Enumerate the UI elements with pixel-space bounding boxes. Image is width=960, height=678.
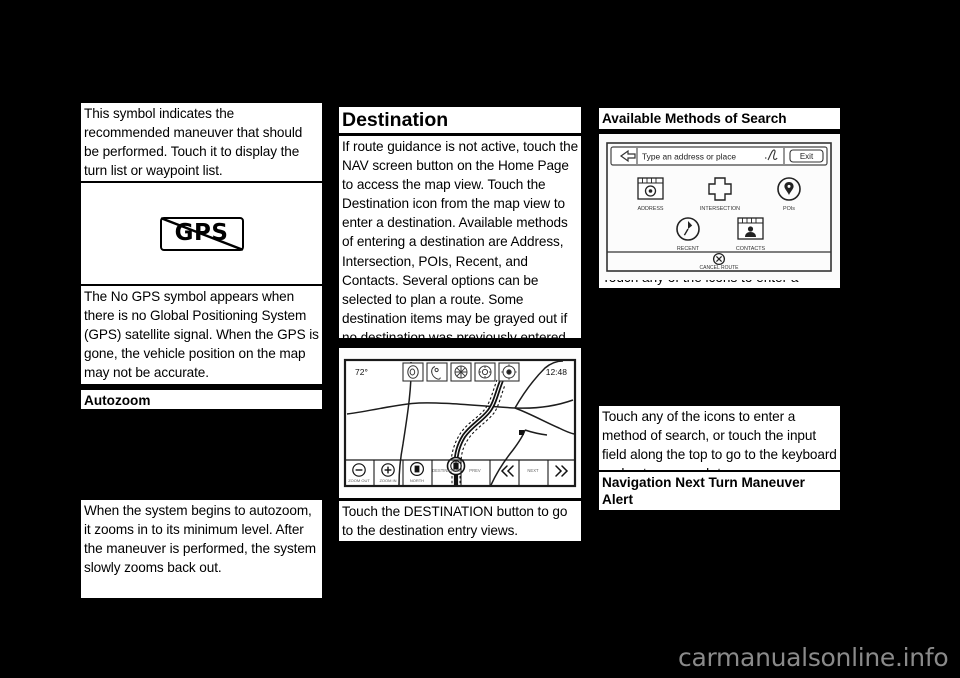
nav-clock: 12:48 [546,367,568,377]
svg-text:PREV: PREV [469,468,481,473]
cancel-route-label: CANCEL ROUTE [700,265,740,271]
heading-available-methods-of-search: Available Methods of Search [599,108,840,129]
paragraph-maneuver-symbol: This symbol indicates the recommended ma… [81,103,322,181]
exit-label: Exit [800,152,814,161]
gps-box: GPS [159,216,244,251]
no-gps-symbol-figure: GPS [81,183,322,284]
site-watermark: carmanualsonline.info [678,643,949,672]
search-methods-screenshot: Type an address or place Exit ADDRESS IN… [599,134,840,280]
search-methods-canvas: Type an address or place Exit ADDRESS IN… [599,134,840,280]
intersection-label: INTERSECTION [700,206,740,212]
address-label: ADDRESS [637,206,663,212]
svg-text:ZOOM OUT: ZOOM OUT [348,478,370,483]
svg-text:NEXT: NEXT [527,468,539,473]
heading-autozoom: Autozoom [81,388,322,409]
nav-temperature: 72° [355,367,368,377]
heading-destination: Destination [339,107,581,135]
contacts-label: CONTACTS [736,246,766,252]
paragraph-destination: If route guidance is not active, touch t… [339,136,581,364]
caption-destination-button: Touch the DESTINATION button to go to th… [339,501,581,541]
paragraph-no-gps: The No GPS symbol appears when there is … [81,286,322,384]
svg-text:DESTINATION: DESTINATION [432,468,460,473]
nav-map-drawing: 72° 12:48 ZOOM OUT ZOOM IN NORTH DESTINA… [343,358,577,488]
address-icon [637,177,664,200]
contacts-icon [737,217,764,240]
no-gps-symbol: GPS [159,216,244,251]
nav-map-screenshot: 72° 12:48 ZOOM OUT ZOOM IN NORTH DESTINA… [339,348,581,498]
heading-navigation-next-turn-maneuver-alert: Navigation Next Turn Maneuver Alert [599,470,840,510]
nav-map-canvas: 72° 12:48 ZOOM OUT ZOOM IN NORTH DESTINA… [339,348,581,498]
pois-label: POIs [783,206,795,212]
clipped-text-line: Touch any of the icons to enter a [599,280,840,288]
svg-text:NORTH: NORTH [410,478,424,483]
paragraph-autozoom: When the system begins to autozoom, it z… [81,500,322,598]
manual-page: This symbol indicates the recommended ma… [0,0,960,678]
search-input-placeholder: Type an address or place [642,152,736,162]
search-methods-drawing: Type an address or place Exit ADDRESS IN… [606,142,832,272]
recent-label: RECENT [677,246,700,252]
svg-text:ZOOM IN: ZOOM IN [379,478,396,483]
gps-label: GPS [174,220,229,246]
